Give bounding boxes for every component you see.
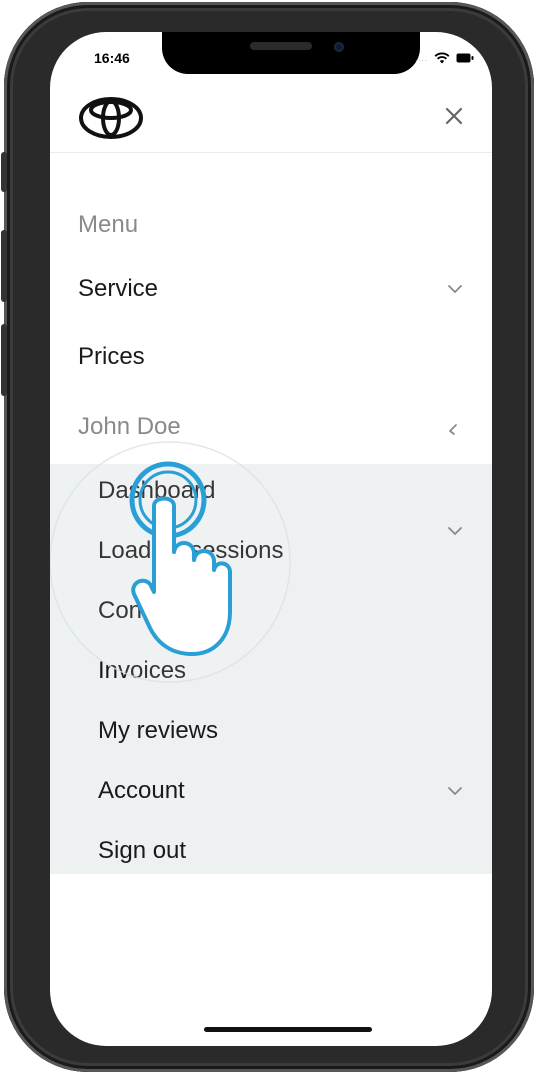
chevron-down-icon bbox=[448, 285, 462, 294]
submenu-item-label: Dashboard bbox=[98, 477, 216, 504]
speaker bbox=[250, 42, 312, 50]
user-name: John Doe bbox=[78, 413, 181, 440]
battery-icon bbox=[456, 53, 474, 63]
submenu-item-label: Invoices bbox=[98, 657, 187, 684]
menu-item-label: Service bbox=[78, 275, 159, 302]
chevron-up-icon bbox=[449, 424, 457, 435]
menu-item-user[interactable]: John Doe bbox=[78, 410, 464, 444]
screen: 16:46 .... Menu Service Prices John Doe … bbox=[50, 32, 492, 1046]
camera bbox=[334, 42, 344, 52]
status-time: 16:46 bbox=[94, 50, 130, 66]
submenu-item-my-reviews[interactable]: My reviews bbox=[98, 714, 464, 748]
submenu-item-label: My reviews bbox=[98, 717, 219, 744]
submenu-item-invoices[interactable]: Invoices bbox=[98, 654, 464, 688]
signal-dots: .... bbox=[415, 53, 428, 63]
submenu-item-account[interactable]: Account bbox=[98, 774, 464, 808]
submenu-item-dashboard[interactable]: Dashboard bbox=[98, 474, 464, 508]
menu-item-prices[interactable]: Prices bbox=[78, 340, 464, 374]
app-header bbox=[50, 84, 492, 153]
menu-item-service[interactable]: Service bbox=[78, 272, 464, 306]
submenu-item-sign-out[interactable]: Sign out bbox=[98, 834, 464, 868]
submenu-item-label: Con bbox=[98, 597, 143, 624]
user-submenu: Dashboard Loading sessions Con Invoices … bbox=[50, 464, 492, 874]
chevron-down-icon bbox=[448, 527, 462, 536]
submenu-item-label: Loading sessions bbox=[98, 537, 284, 564]
close-icon[interactable] bbox=[444, 106, 464, 126]
chevron-down-icon bbox=[448, 787, 462, 796]
volume-down-button bbox=[1, 324, 7, 396]
volume-up-button bbox=[1, 230, 7, 302]
submenu-item-label: Account bbox=[98, 777, 185, 804]
submenu-item-con[interactable]: Con bbox=[98, 594, 464, 628]
home-indicator[interactable] bbox=[204, 1027, 372, 1032]
menu-title: Menu bbox=[78, 211, 139, 238]
wifi-icon bbox=[434, 52, 450, 64]
toyota-logo-icon[interactable] bbox=[78, 96, 144, 144]
status-icons: .... bbox=[415, 52, 474, 64]
submenu-item-label: Sign out bbox=[98, 837, 187, 864]
submenu-item-loading-sessions[interactable]: Loading sessions bbox=[98, 527, 464, 568]
mute-switch bbox=[1, 152, 7, 192]
notch bbox=[162, 32, 420, 74]
menu-item-label: Prices bbox=[78, 343, 145, 370]
phone-frame: 16:46 .... Menu Service Prices John Doe … bbox=[1, 2, 534, 1072]
